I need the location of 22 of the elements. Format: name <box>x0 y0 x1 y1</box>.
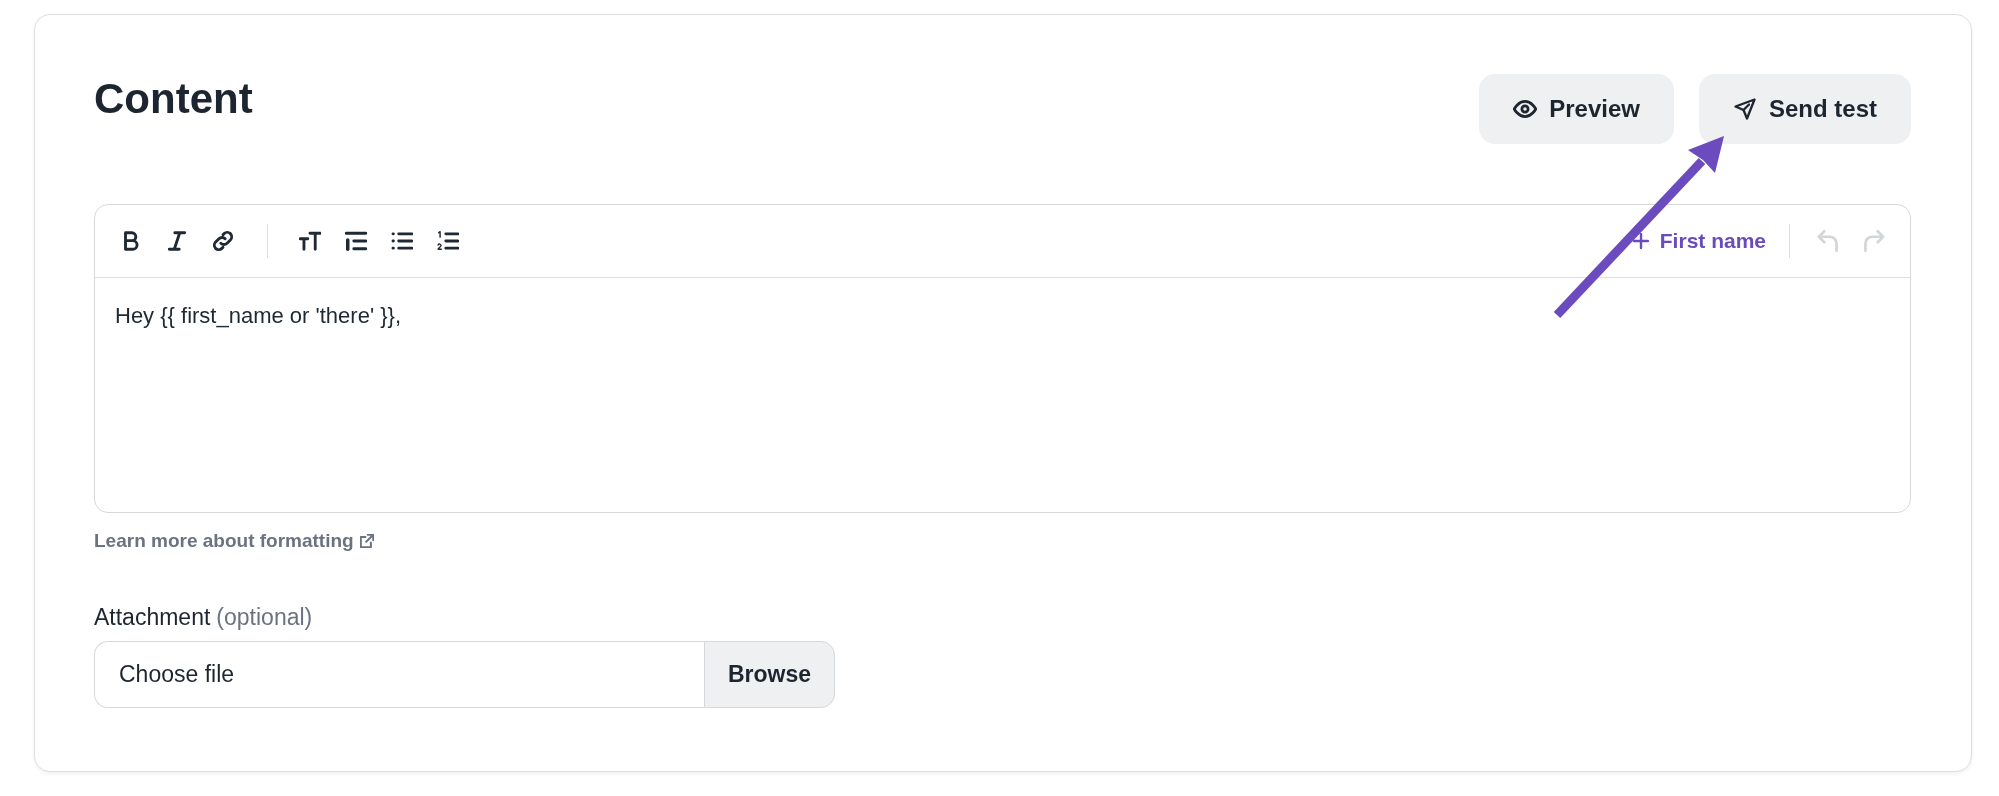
section-title: Content <box>94 74 253 124</box>
formatting-help-link[interactable]: Learn more about formatting <box>94 529 374 553</box>
insert-first-name-button[interactable]: First name <box>1632 229 1766 253</box>
undo-icon <box>1817 230 1839 252</box>
redo-icon <box>1863 230 1885 252</box>
link-icon <box>212 230 234 252</box>
bullet-list-icon <box>391 230 413 252</box>
send-test-button[interactable]: Send test <box>1698 74 1911 144</box>
optional-hint: (optional) <box>216 603 313 631</box>
message-text-area[interactable]: Hey {{ first_name or 'there' }}, <box>95 278 1910 512</box>
text-size-icon <box>299 230 321 252</box>
eye-icon <box>1513 98 1538 120</box>
numbered-list-icon <box>437 230 459 252</box>
file-field[interactable]: Choose file <box>94 641 704 708</box>
plus-icon <box>1632 233 1649 249</box>
attachment-label: Attachment <box>94 603 211 631</box>
italic-icon <box>166 230 188 252</box>
preview-button[interactable]: Preview <box>1479 74 1674 144</box>
blockquote-icon <box>345 230 367 252</box>
browse-button[interactable]: Browse <box>704 641 835 708</box>
paper-plane-icon <box>1732 98 1757 120</box>
external-link-icon <box>359 534 374 548</box>
